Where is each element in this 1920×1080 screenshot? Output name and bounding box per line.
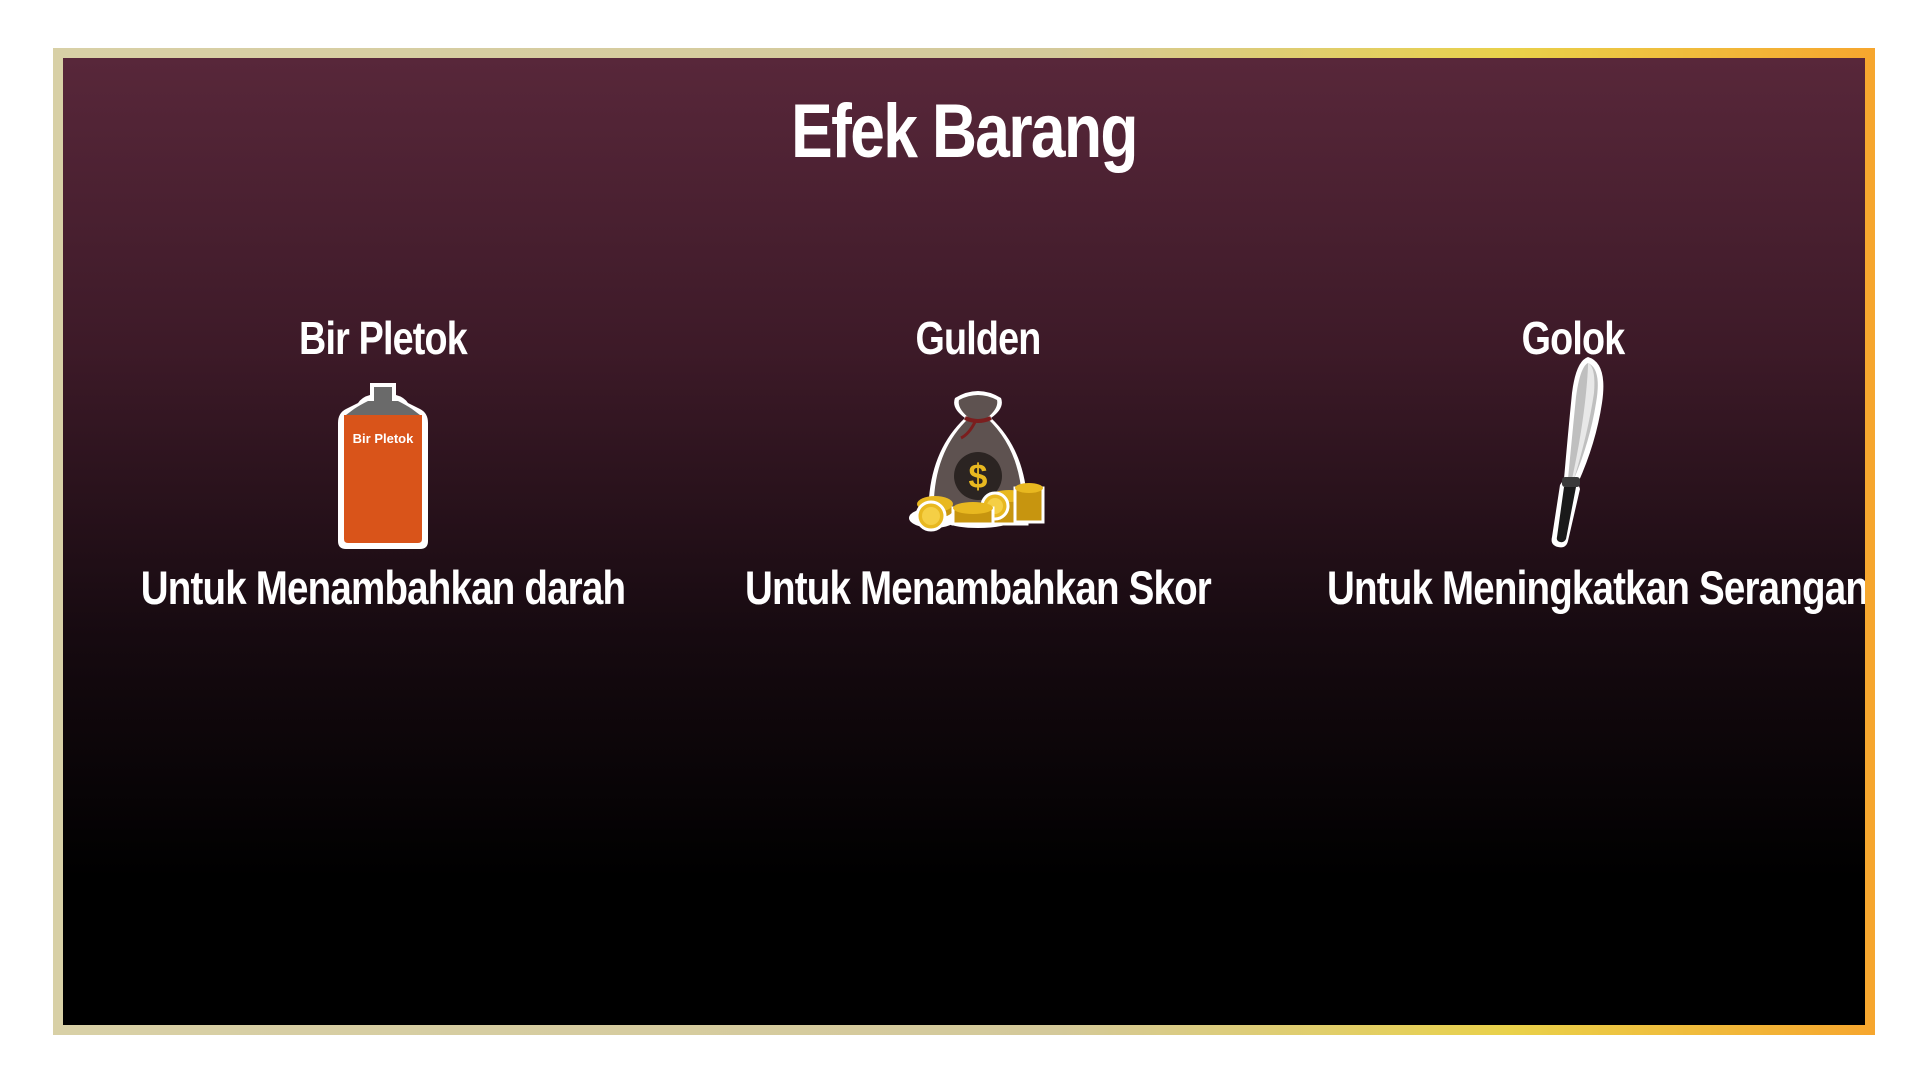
item-name: Bir Pletok: [299, 312, 468, 364]
item-name: Gulden: [915, 312, 1041, 364]
money-bag-icon: $: [678, 368, 1278, 558]
screen-title: Efek Barang: [791, 89, 1138, 174]
item-card-bir-pletok: Bir Pletok Bir Pletok Untuk Menambahkan …: [83, 308, 683, 618]
dollar-sign: $: [969, 458, 988, 496]
machete-icon: [1273, 357, 1865, 558]
item-card-golok: Golok Untuk Meningkatkan Serangan: [1273, 308, 1865, 618]
item-card-gulden: Gulden $ Untuk Menambahkan Skor: [678, 308, 1278, 618]
screen-frame: Efek Barang Bir Pletok Bir Pletok Untuk …: [53, 48, 1875, 1035]
item-description: Untuk Menambahkan Skor: [745, 561, 1212, 614]
bottle-label: Bir Pletok: [353, 431, 414, 446]
bottle-icon: Bir Pletok: [83, 368, 683, 558]
item-description: Untuk Meningkatkan Serangan: [1327, 561, 1865, 614]
item-effects-panel: Efek Barang Bir Pletok Bir Pletok Untuk …: [63, 58, 1865, 1025]
item-description: Untuk Menambahkan darah: [140, 561, 626, 614]
item-name: Golok: [1521, 312, 1626, 364]
